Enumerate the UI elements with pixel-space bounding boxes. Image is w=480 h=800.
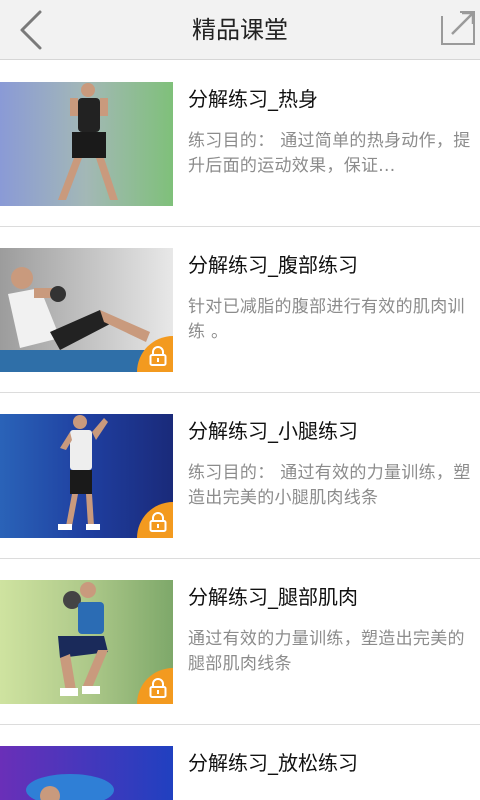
lesson-list: 分解练习_热身 练习目的： 通过简单的热身动作，提升后面的运动效果，保证... [0, 61, 480, 800]
share-button[interactable] [438, 8, 478, 48]
lesson-thumbnail [0, 248, 173, 372]
share-icon [441, 11, 475, 45]
lesson-item-relax[interactable]: 分解练习_放松练习 [0, 725, 480, 800]
lesson-title: 分解练习_腹部练习 [188, 253, 358, 277]
lesson-item-abs[interactable]: 分解练习_腹部练习 针对已减脂的腹部进行有效的肌肉训练 。 [0, 227, 480, 393]
lock-icon [149, 678, 167, 698]
lesson-description: 通过有效的力量训练，塑造出完美的腿部肌肉线条 [188, 629, 465, 674]
lesson-thumbnail [0, 746, 173, 800]
lesson-thumbnail [0, 82, 173, 206]
lesson-title: 分解练习_热身 [188, 87, 318, 111]
lesson-thumbnail [0, 414, 173, 538]
lesson-description: 针对已减脂的腹部进行有效的肌肉训练 。 [188, 297, 465, 342]
lesson-description: 练习目的： 通过简单的热身动作，提升后面的运动效果，保证... [188, 131, 471, 176]
back-button[interactable] [10, 6, 54, 54]
lock-icon [149, 512, 167, 532]
lesson-item-legs[interactable]: 分解练习_腿部肌肉 通过有效的力量训练，塑造出完美的腿部肌肉线条 [0, 559, 480, 725]
page-title: 精品课堂 [192, 16, 288, 44]
lesson-item-warmup[interactable]: 分解练习_热身 练习目的： 通过简单的热身动作，提升后面的运动效果，保证... [0, 61, 480, 227]
lesson-title: 分解练习_放松练习 [188, 751, 358, 775]
lesson-description: 练习目的： 通过有效的力量训练，塑造出完美的小腿肌肉线条 [188, 463, 471, 508]
lesson-title: 分解练习_小腿练习 [188, 419, 358, 443]
lesson-thumbnail [0, 580, 173, 704]
lesson-title: 分解练习_腿部肌肉 [188, 585, 358, 609]
chevron-left-icon [20, 10, 42, 50]
top-bar: 精品课堂 [0, 0, 480, 60]
lock-icon [149, 346, 167, 366]
lesson-item-calf[interactable]: 分解练习_小腿练习 练习目的： 通过有效的力量训练，塑造出完美的小腿肌肉线条 [0, 393, 480, 559]
